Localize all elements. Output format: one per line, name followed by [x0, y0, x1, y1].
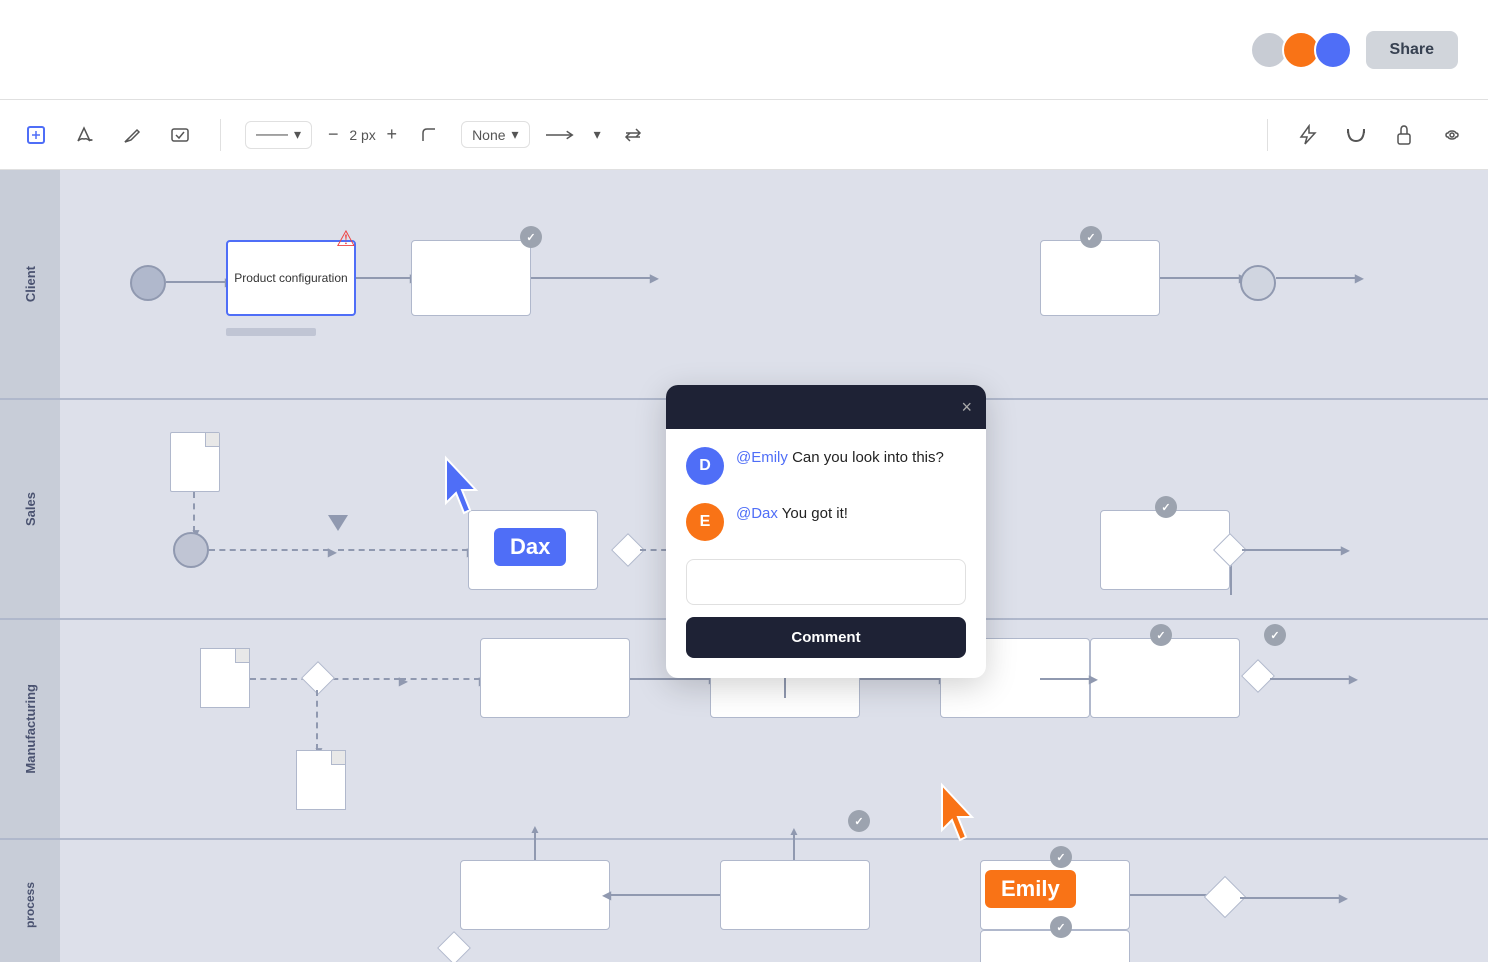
- lane-manufacturing-label: Manufacturing: [0, 620, 60, 838]
- comment-row-1: D @Emily Can you look into this?: [686, 447, 966, 485]
- emily-label: Emily: [985, 870, 1076, 908]
- toolbar-right-icons: [1259, 119, 1468, 151]
- mfg-dashed-h2: ▶: [400, 678, 480, 680]
- dax-label: Dax: [494, 528, 566, 566]
- close-button[interactable]: ×: [961, 398, 972, 416]
- line-style-chevron: ▾: [294, 126, 301, 143]
- settings-icon[interactable]: [1436, 119, 1468, 151]
- line-style-selector[interactable]: —— ▾: [245, 121, 312, 149]
- line-end-label: None: [472, 127, 505, 143]
- lock-icon[interactable]: [1388, 119, 1420, 151]
- check-badge-mfg-right2: ✓: [1264, 624, 1286, 646]
- client-arrow1: ▶: [166, 281, 226, 283]
- comment-input[interactable]: [686, 559, 966, 605]
- check-badge-sales-right: ✓: [1155, 496, 1177, 518]
- task-tool-icon[interactable]: [164, 119, 196, 151]
- top-bar: Share: [0, 0, 1488, 100]
- lane-process-label: process: [0, 840, 60, 962]
- lightning-icon[interactable]: [1292, 119, 1324, 151]
- popup-header: ×: [666, 385, 986, 429]
- mfg-arrow2: ▶: [860, 678, 940, 680]
- sales-circle1: [173, 532, 209, 568]
- process-arrow-right: ▶: [1130, 894, 1210, 896]
- sales-dashed-v1: ▼: [193, 492, 195, 532]
- mfg-dashed-v1: ▼: [316, 690, 318, 750]
- sales-arrow-far-right: ▶: [1242, 549, 1342, 551]
- process-v-arrow1: ▲: [534, 830, 536, 860]
- line-style-preview: ——: [256, 126, 288, 144]
- mfg-arrow-right: ▶: [1270, 678, 1350, 680]
- magnet-icon[interactable]: [1340, 119, 1372, 151]
- comment-avatar-emily: E: [686, 503, 724, 541]
- comment-popup: × D @Emily Can you look into this? E @Da…: [666, 385, 986, 678]
- client-start-circle: [130, 265, 166, 301]
- check-badge-process1: ✓: [1050, 846, 1072, 868]
- process-box2[interactable]: [720, 860, 870, 930]
- toolbar: —— ▾ − 2 px + None ▾ ▾: [0, 100, 1488, 170]
- sales-dashed-h2: ▶: [338, 549, 468, 551]
- process-v-arrow2: ▲: [793, 832, 795, 860]
- comment-body-2: You got it!: [778, 505, 848, 522]
- comment-body-1: Can you look into this?: [788, 449, 944, 466]
- avatar-user3: [1314, 31, 1352, 69]
- comment-submit-button[interactable]: Comment: [686, 617, 966, 658]
- mention-emily: @Emily: [736, 449, 788, 466]
- check-badge-1: ✓: [520, 226, 542, 248]
- sales-box-right[interactable]: [1100, 510, 1230, 590]
- lane-client-label: Client: [0, 170, 60, 398]
- share-button[interactable]: Share: [1366, 31, 1458, 69]
- arrow-direction-selector[interactable]: ▾: [594, 126, 601, 143]
- sales-dashed-h1: ▶: [209, 549, 329, 551]
- check-badge-process2: ✓: [1050, 916, 1072, 938]
- px-value: 2 px: [345, 127, 381, 143]
- check-badge-mfg-right: ✓: [1150, 624, 1172, 646]
- sales-fork: [328, 515, 348, 531]
- plus-icon[interactable]: +: [387, 124, 398, 145]
- comment-avatar-dax: D: [686, 447, 724, 485]
- process-arrow1: ◀: [610, 894, 720, 896]
- client-arrow3: ▶: [531, 277, 651, 279]
- pen-tool-icon[interactable]: [116, 119, 148, 151]
- client-box2[interactable]: [411, 240, 531, 316]
- mfg-doc1: [200, 648, 250, 708]
- corner-style-icon[interactable]: [413, 119, 445, 151]
- mfg-doc2: [296, 750, 346, 810]
- mention-dax: @Dax: [736, 505, 778, 522]
- mfg-box1[interactable]: [480, 638, 630, 718]
- mfg-arrow-to-right: ▶: [1040, 678, 1090, 680]
- client-end-circle: [1240, 265, 1276, 301]
- check-badge-mfg: ✓: [848, 810, 870, 832]
- minus-icon[interactable]: −: [328, 124, 339, 145]
- stroke-width-control: − 2 px +: [328, 124, 397, 145]
- client-arrow-far-right: ▶: [1276, 277, 1356, 279]
- toolbar-divider-2: [1267, 119, 1268, 151]
- check-badge-right1: ✓: [1080, 226, 1102, 248]
- process-arrow-far-right: ▶: [1240, 897, 1340, 899]
- client-line-indicator: [226, 328, 316, 336]
- arrow-chevron: ▾: [594, 126, 601, 143]
- product-config-label: Product configuration: [230, 266, 351, 291]
- arrow-style-icon[interactable]: [546, 119, 578, 151]
- warning-icon: ⚠: [336, 226, 356, 252]
- line-end-chevron: ▾: [512, 126, 519, 143]
- popup-body: D @Emily Can you look into this? E @Dax …: [666, 429, 986, 678]
- mfg-arrow1: ▶: [630, 678, 710, 680]
- swap-icon[interactable]: [617, 119, 649, 151]
- fill-tool-icon[interactable]: [68, 119, 100, 151]
- avatar-group: [1250, 31, 1352, 69]
- toolbar-divider-1: [220, 119, 221, 151]
- select-tool-icon[interactable]: [20, 119, 52, 151]
- mfg-box-right[interactable]: [1090, 638, 1240, 718]
- client-arrow2: ▶: [356, 277, 411, 279]
- client-box-right1[interactable]: [1040, 240, 1160, 316]
- lane-sales-label: Sales: [0, 400, 60, 618]
- comment-text-1: @Emily Can you look into this?: [736, 447, 944, 470]
- diagram-canvas[interactable]: Client Sales Manufacturing process ▶ Pro…: [0, 170, 1488, 962]
- comment-row-2: E @Dax You got it!: [686, 503, 966, 541]
- client-arrow-right: ▶: [1160, 277, 1240, 279]
- sales-doc1: [170, 432, 220, 492]
- comment-text-2: @Dax You got it!: [736, 503, 848, 526]
- line-end-selector[interactable]: None ▾: [461, 121, 530, 148]
- process-box1[interactable]: [460, 860, 610, 930]
